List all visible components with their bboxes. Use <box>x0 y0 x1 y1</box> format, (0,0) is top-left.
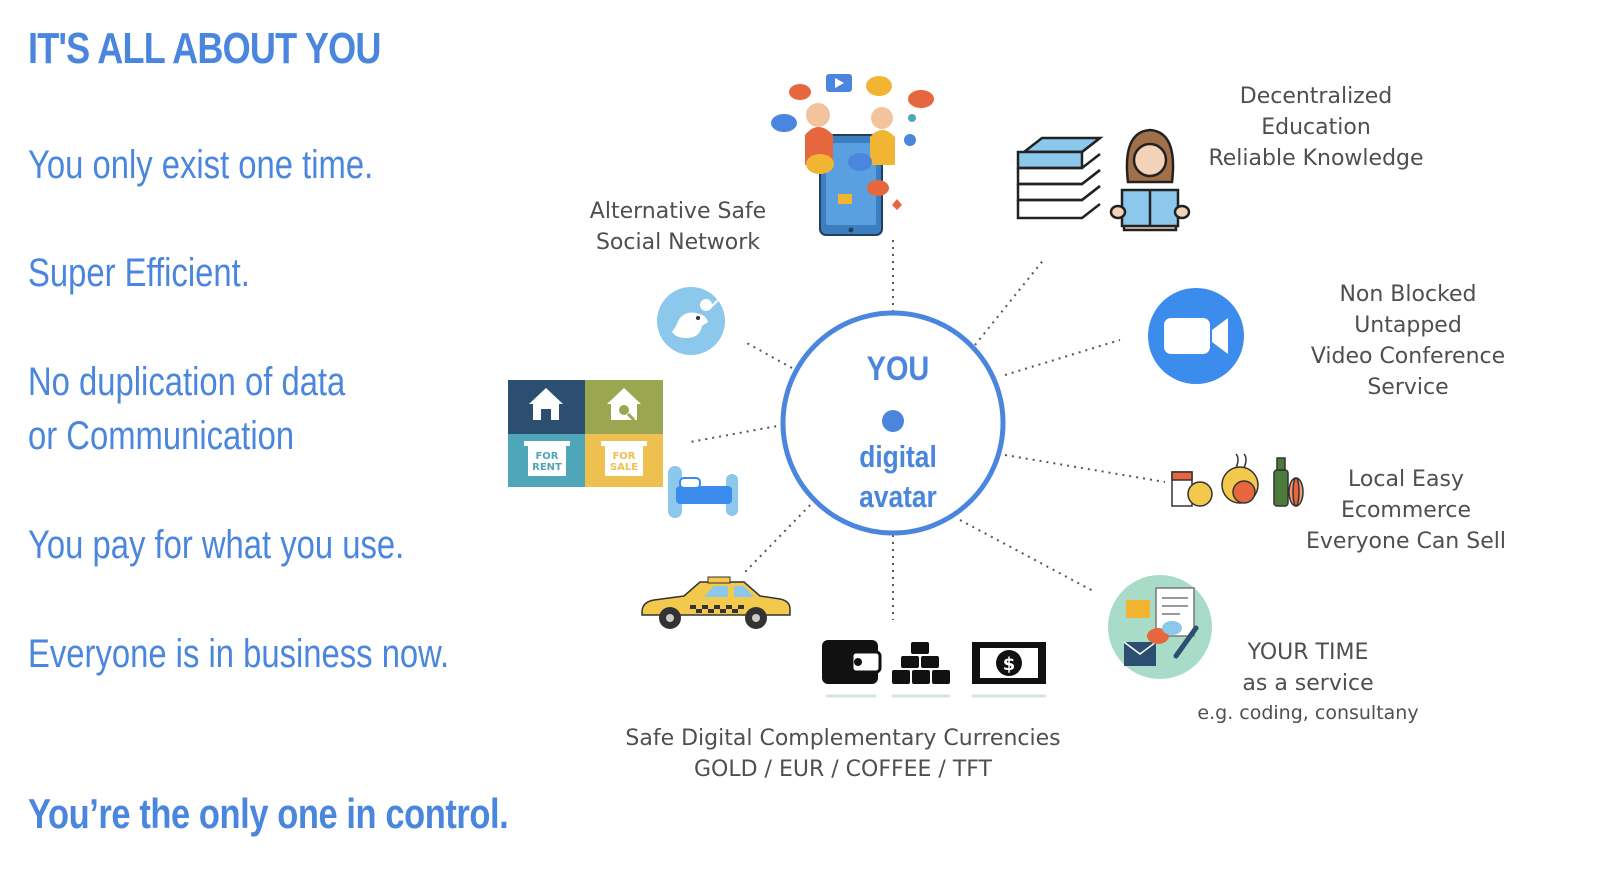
center-you: YOU <box>867 349 930 388</box>
for-sale-line2: SALE <box>610 462 638 473</box>
taxi-icon <box>641 576 791 629</box>
education-books-icon <box>1016 136 1104 220</box>
groceries-icon <box>1171 453 1304 507</box>
for-rent-line2: RENT <box>532 462 562 473</box>
label-ecommerce: Local Easy Ecommerce Everyone Can Sell <box>1306 467 1506 554</box>
rental-tiles: FOR RENT FOR SALE <box>508 380 663 487</box>
slide: { "title": "IT'S ALL ABOUT YOU", "statem… <box>0 0 1600 884</box>
label-currencies: Safe Digital Complementary Currencies GO… <box>625 726 1061 782</box>
reader-person-icon <box>1109 128 1191 232</box>
svg-text:$: $ <box>1003 654 1016 675</box>
label-social-network: Alternative Safe Social Network <box>589 199 767 255</box>
center-avatar: avatar <box>859 480 937 514</box>
label-education: Decentralized Education Reliable Knowled… <box>1208 84 1424 171</box>
bed-icon <box>668 466 738 518</box>
for-rent-line1: FOR <box>535 451 558 462</box>
label-video-conference: Non Blocked Untapped Video Conference Se… <box>1310 282 1506 400</box>
social-network-icon <box>771 74 934 236</box>
bird-icon <box>657 287 725 355</box>
label-time-service: YOUR TIME as a service e.g. coding, cons… <box>1197 640 1419 724</box>
center-dot <box>882 410 904 432</box>
for-sale-line1: FOR <box>612 451 635 462</box>
gold-bars-icon <box>892 642 950 698</box>
wallet-icon <box>822 640 882 698</box>
video-camera-icon <box>1148 288 1244 384</box>
dollar-bill-icon: $ <box>972 642 1046 698</box>
center-digital: digital <box>859 440 937 474</box>
